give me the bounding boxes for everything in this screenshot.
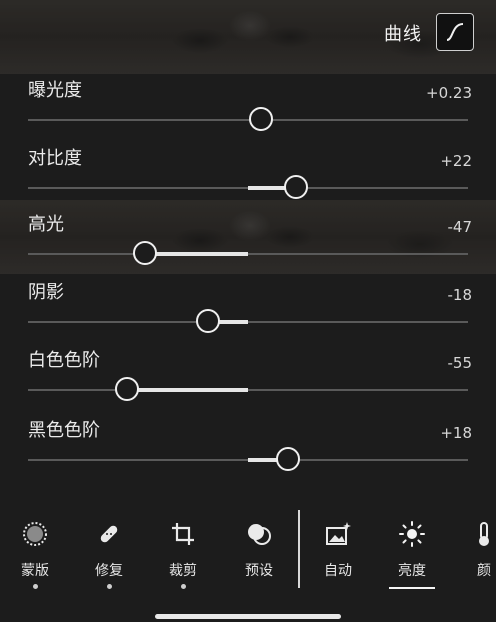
slider-track-highlights[interactable] [28, 241, 468, 265]
bottom-toolbar: 蒙版 修复 裁剪 预设 自动 亮度 颜 [0, 508, 496, 622]
tool-healing[interactable]: 修复 [74, 520, 144, 589]
new-indicator-dot [180, 584, 186, 589]
tool-label-light: 亮度 [398, 563, 426, 579]
slider-label-contrast: 对比度 [28, 148, 82, 169]
new-indicator-dot [106, 584, 112, 589]
sun-icon [399, 521, 425, 547]
slider-thumb-contrast[interactable] [284, 175, 309, 199]
tool-crop[interactable]: 裁剪 [148, 520, 218, 589]
toolbar-divider [298, 510, 300, 588]
slider-label-whites: 白色色阶 [28, 350, 100, 371]
slider-blacks: 黑色色阶 +18 [0, 412, 496, 480]
bandage-icon [100, 525, 118, 543]
slider-whites: 白色色阶 -55 [0, 342, 496, 410]
slider-value-exposure: +0.23 [426, 84, 472, 102]
thermometer-icon [479, 522, 489, 546]
home-indicator [155, 614, 341, 619]
presets-icon [248, 524, 271, 545]
tool-light[interactable]: 亮度 [377, 520, 447, 589]
tool-auto[interactable]: 自动 [303, 520, 373, 580]
tool-label-healing: 修复 [95, 563, 123, 579]
slider-thumb-shadows[interactable] [196, 309, 221, 333]
slider-thumb-whites[interactable] [115, 377, 139, 401]
slider-highlights: 高光 -47 [0, 206, 496, 274]
slider-track-whites[interactable] [28, 377, 468, 401]
crop-icon [172, 523, 194, 545]
auto-icon [326, 522, 351, 545]
mask-icon [23, 522, 47, 546]
slider-value-contrast: +22 [440, 152, 472, 170]
tool-label-auto: 自动 [324, 563, 352, 579]
slider-shadows: 阴影 -18 [0, 274, 496, 342]
tool-mask[interactable]: 蒙版 [0, 520, 70, 589]
slider-thumb-blacks[interactable] [275, 447, 300, 471]
slider-fill [127, 388, 248, 392]
slider-value-shadows: -18 [447, 286, 473, 304]
tool-label-crop: 裁剪 [169, 563, 197, 579]
slider-label-exposure: 曝光度 [28, 80, 82, 101]
tool-presets[interactable]: 预设 [224, 520, 294, 580]
slider-track-shadows[interactable] [28, 309, 468, 333]
slider-track-blacks[interactable] [28, 447, 468, 471]
tool-color[interactable]: 颜 [454, 520, 496, 580]
curve-button[interactable] [436, 13, 474, 51]
slider-value-highlights: -47 [447, 218, 473, 236]
tool-label-presets: 预设 [245, 563, 273, 579]
slider-value-whites: -55 [447, 354, 473, 372]
slider-exposure: 曝光度 +0.23 [0, 72, 496, 140]
active-tab-underline [389, 587, 435, 589]
curve-title: 曲线 [384, 24, 422, 45]
slider-label-highlights: 高光 [28, 214, 64, 235]
slider-thumb-highlights[interactable] [132, 241, 157, 265]
new-indicator-dot [32, 584, 38, 589]
slider-thumb-exposure[interactable] [249, 107, 274, 131]
slider-contrast: 对比度 +22 [0, 140, 496, 208]
slider-track-contrast[interactable] [28, 175, 468, 199]
slider-track-exposure[interactable] [28, 107, 468, 131]
curve-icon [446, 23, 464, 41]
slider-fill [144, 252, 248, 256]
tool-label-mask: 蒙版 [21, 563, 49, 579]
slider-label-shadows: 阴影 [28, 282, 64, 303]
slider-value-blacks: +18 [440, 424, 472, 442]
tool-label-color: 颜 [477, 563, 491, 579]
slider-label-blacks: 黑色色阶 [28, 420, 100, 441]
